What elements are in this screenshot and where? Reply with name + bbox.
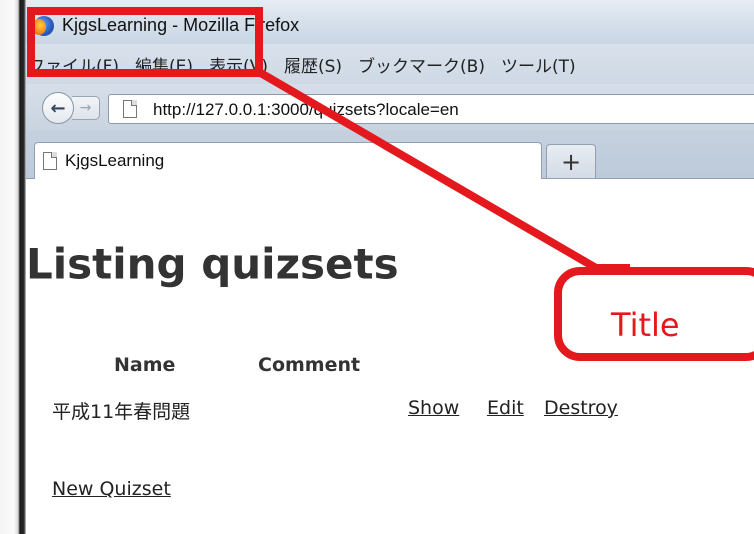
- annotation-label: Title: [611, 306, 680, 344]
- window-title: KjgsLearning - Mozilla Firefox: [62, 15, 300, 35]
- forward-arrow-icon: →: [79, 100, 92, 116]
- navigation-bar: → ← http://127.0.0.1:3000/quizsets?local…: [26, 84, 754, 130]
- new-tab-button[interactable]: +: [546, 144, 596, 178]
- menu-item-edit[interactable]: 編集(E): [135, 52, 193, 77]
- show-link[interactable]: Show: [408, 397, 459, 419]
- menu-item-tools[interactable]: ツール(T): [501, 52, 576, 77]
- menu-item-bookmarks[interactable]: ブックマーク(B): [358, 52, 485, 77]
- tab-strip: KjgsLearning +: [26, 130, 754, 179]
- column-header-name: Name: [114, 354, 176, 376]
- edit-link[interactable]: Edit: [487, 397, 524, 419]
- menu-bar: ファイル(F) 編集(E) 表示(V) 履歴(S) ブックマーク(B) ツール(…: [26, 44, 754, 84]
- firefox-icon: [32, 16, 54, 36]
- destroy-link[interactable]: Destroy: [544, 397, 618, 419]
- column-header-comment: Comment: [258, 354, 361, 376]
- menu-item-view[interactable]: 表示(V): [209, 52, 268, 77]
- menu-item-history[interactable]: 履歴(S): [284, 52, 342, 77]
- back-button[interactable]: ←: [42, 92, 74, 124]
- back-arrow-icon: ←: [50, 97, 66, 119]
- url-bar[interactable]: http://127.0.0.1:3000/quizsets?locale=en: [108, 94, 754, 124]
- menu-item-file[interactable]: ファイル(F): [28, 52, 119, 77]
- tab-label: KjgsLearning: [65, 151, 165, 170]
- url-text[interactable]: http://127.0.0.1:3000/quizsets?locale=en: [153, 100, 459, 120]
- page-icon: [123, 100, 137, 118]
- page-heading: Listing quizsets: [26, 239, 399, 289]
- new-quizset-link[interactable]: New Quizset: [52, 478, 171, 500]
- desktop-background: [0, 0, 26, 534]
- quizset-name-cell: 平成11年春問題: [52, 401, 191, 423]
- page-content: Listing quizsets Name Comment 平成11年春問題 S…: [26, 179, 754, 534]
- forward-button[interactable]: →: [72, 96, 100, 120]
- title-bar: KjgsLearning - Mozilla Firefox: [26, 0, 754, 44]
- tab-kjgslearning[interactable]: KjgsLearning: [34, 142, 542, 179]
- page-icon: [43, 152, 57, 170]
- browser-window: KjgsLearning - Mozilla Firefox ファイル(F) 編…: [26, 0, 754, 534]
- plus-icon: +: [560, 147, 582, 176]
